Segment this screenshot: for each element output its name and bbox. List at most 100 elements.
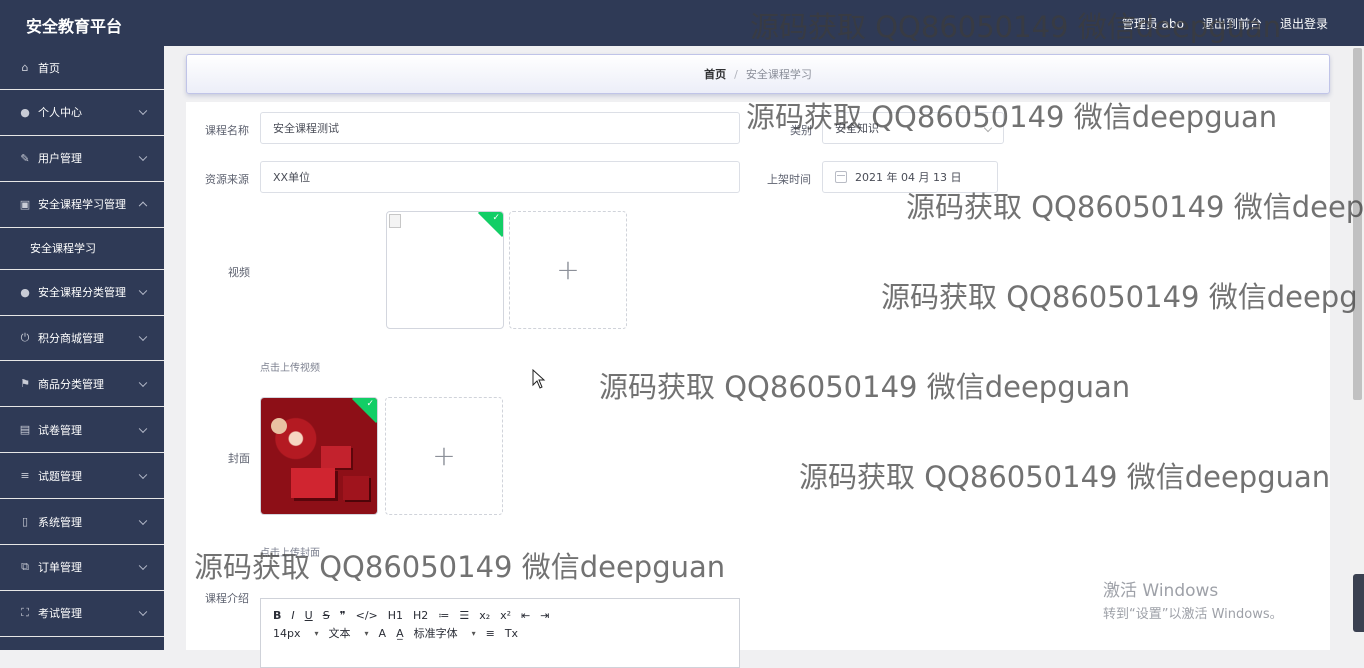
- text-style-select[interactable]: 文本 ▾: [329, 625, 369, 641]
- breadcrumb-home[interactable]: 首页: [704, 66, 726, 82]
- date-label: 上架时间: [767, 173, 811, 186]
- category-label: 类别: [790, 124, 812, 137]
- sidebar-item-course-study-management[interactable]: ▣ 安全课程学习管理: [0, 182, 164, 228]
- superscript-button[interactable]: x²: [500, 609, 511, 622]
- top-bar: 安全教育平台 管理员 abo 退出到前台 退出登录: [0, 0, 1364, 46]
- cover-upload-button[interactable]: +: [385, 397, 503, 515]
- scrollbar-thumb[interactable]: [1353, 48, 1362, 400]
- sidebar-item-exam-paper-management[interactable]: ▤ 试卷管理: [0, 407, 164, 454]
- heading2-button[interactable]: H2: [413, 609, 428, 622]
- category-select[interactable]: 安全知识: [822, 112, 1004, 144]
- briefcase-icon: ▤: [19, 423, 31, 437]
- chevron-down-icon: [138, 562, 148, 571]
- admin-user-link[interactable]: 管理员 abo: [1122, 15, 1184, 32]
- sidebar-item-exam-management[interactable]: ⛶ 考试管理: [0, 591, 164, 637]
- calendar-icon: [835, 171, 847, 183]
- sidebar-item-order-management[interactable]: ⧉ 订单管理: [0, 545, 164, 591]
- sidebar-item-personal-center[interactable]: ● 个人中心: [0, 90, 164, 136]
- subscript-button[interactable]: x₂: [479, 609, 490, 622]
- ordered-list-button[interactable]: ≔: [438, 609, 449, 622]
- chevron-down-icon: ▾: [364, 628, 369, 638]
- broken-image-icon: [389, 214, 401, 228]
- list-icon: ≡: [20, 469, 30, 483]
- video-upload-button[interactable]: +: [509, 211, 627, 329]
- power-icon: ⏻: [20, 331, 30, 344]
- cover-image: [261, 398, 377, 514]
- editor-toolbar-row-2: 14px ▾ 文本 ▾ A A̲ 标准字体 ▾ ≡ Tx: [261, 624, 518, 642]
- sidebar-item-product-category-management[interactable]: ⚑ 商品分类管理: [0, 361, 164, 408]
- source-input[interactable]: XX单位: [260, 161, 740, 193]
- background-color-button[interactable]: A̲: [396, 627, 404, 640]
- app-title: 安全教育平台: [26, 17, 123, 36]
- activation-subtitle: 转到“设置”以激活 Windows。: [1103, 607, 1283, 622]
- sidebar-subitem-course-study[interactable]: 安全课程学习: [0, 228, 164, 270]
- vertical-scrollbar[interactable]: [1350, 46, 1364, 650]
- check-icon: ✓: [366, 399, 374, 409]
- breadcrumb-separator: /: [734, 67, 738, 81]
- sidebar-item-home[interactable]: ⌂ 首页: [0, 46, 164, 90]
- phone-icon: ▯: [21, 515, 29, 529]
- sidebar-item-label: 商品分类管理: [38, 377, 104, 391]
- chevron-down-icon: ▾: [314, 628, 319, 638]
- sidebar: ⌂ 首页 ● 个人中心 ✎ 用户管理 ▣ 安全课程学习管理 安全课程学习 ● 安…: [0, 46, 164, 650]
- clipboard-icon: ▣: [19, 197, 31, 211]
- cover-label: 封面: [228, 452, 250, 465]
- bullet-list-button[interactable]: ☰: [459, 609, 469, 622]
- video-thumbnail[interactable]: ✓: [386, 211, 504, 329]
- user-icon: ●: [20, 105, 30, 119]
- sidebar-item-label: 安全课程分类管理: [38, 286, 126, 300]
- rich-text-editor[interactable]: B I U S ❞ </> H1 H2 ≔ ☰ x₂ x² ⇤ ⇥ 14px ▾ …: [260, 598, 740, 668]
- clear-format-button[interactable]: Tx: [505, 627, 518, 640]
- chevron-down-icon: [138, 152, 148, 162]
- sidebar-item-label: 试题管理: [38, 469, 82, 483]
- breadcrumb-current: 安全课程学习: [745, 68, 812, 81]
- cover-image-detail: [291, 468, 335, 498]
- sidebar-item-label: 个人中心: [38, 106, 82, 120]
- font-family-select[interactable]: 标准字体 ▾: [414, 625, 476, 641]
- mouse-cursor-icon: [532, 369, 546, 389]
- video-upload-hint[interactable]: 点击上传视频: [260, 359, 320, 374]
- font-size-select[interactable]: 14px ▾: [273, 627, 319, 640]
- cover-image-detail: [343, 476, 369, 500]
- code-block-button[interactable]: </>: [356, 609, 378, 622]
- intro-label: 课程介绍: [205, 592, 249, 605]
- sidebar-item-points-mall-management[interactable]: ⏻ 积分商城管理: [0, 316, 164, 362]
- underline-button[interactable]: U: [305, 609, 313, 622]
- breadcrumb: 首页 / 安全课程学习: [186, 54, 1330, 94]
- chevron-down-icon: [138, 378, 148, 387]
- cover-image-detail: [321, 446, 351, 468]
- editor-toolbar-row-1: B I U S ❞ </> H1 H2 ≔ ☰ x₂ x² ⇤ ⇥: [261, 606, 549, 624]
- category-select-value: 安全知识: [835, 122, 879, 135]
- chevron-down-icon: [138, 607, 148, 617]
- heading1-button[interactable]: H1: [388, 609, 403, 622]
- cover-thumbnail[interactable]: ✓: [260, 397, 378, 515]
- date-picker[interactable]: 2021 年 04 月 13 日: [822, 161, 998, 193]
- blockquote-button[interactable]: ❞: [340, 609, 346, 622]
- font-color-button[interactable]: A: [379, 627, 387, 640]
- top-links: 管理员 abo 退出到前台 退出登录: [1122, 15, 1328, 32]
- font-size-value: 14px: [273, 626, 301, 640]
- indent-button[interactable]: ⇥: [540, 609, 549, 622]
- exit-to-frontend-link[interactable]: 退出到前台: [1202, 15, 1262, 32]
- outdent-button[interactable]: ⇤: [521, 609, 530, 622]
- chevron-down-icon: [138, 470, 148, 479]
- logout-link[interactable]: 退出登录: [1280, 15, 1328, 32]
- strikethrough-button[interactable]: S: [323, 609, 330, 622]
- user-icon: ●: [20, 285, 30, 299]
- edit-icon: ✎: [20, 151, 30, 165]
- sidebar-item-label: 首页: [38, 61, 60, 75]
- font-family-value: 标准字体: [413, 627, 458, 640]
- bold-button[interactable]: B: [273, 609, 281, 622]
- video-label: 视频: [228, 266, 250, 279]
- sidebar-item-user-management[interactable]: ✎ 用户管理: [0, 136, 164, 182]
- sidebar-item-system-management[interactable]: ▯ 系统管理: [0, 499, 164, 546]
- copy-icon: ⧉: [21, 560, 29, 574]
- sidebar-item-course-category-management[interactable]: ● 安全课程分类管理: [0, 270, 164, 316]
- align-button[interactable]: ≡: [486, 627, 495, 640]
- plus-icon: +: [556, 253, 580, 286]
- sidebar-item-question-management[interactable]: ≡ 试题管理: [0, 453, 164, 500]
- course-name-input[interactable]: 安全课程测试: [260, 112, 740, 144]
- cover-upload-hint[interactable]: 点击上传封面: [260, 544, 320, 559]
- italic-button[interactable]: I: [291, 609, 294, 622]
- sidebar-item-label: 安全课程学习管理: [38, 198, 126, 212]
